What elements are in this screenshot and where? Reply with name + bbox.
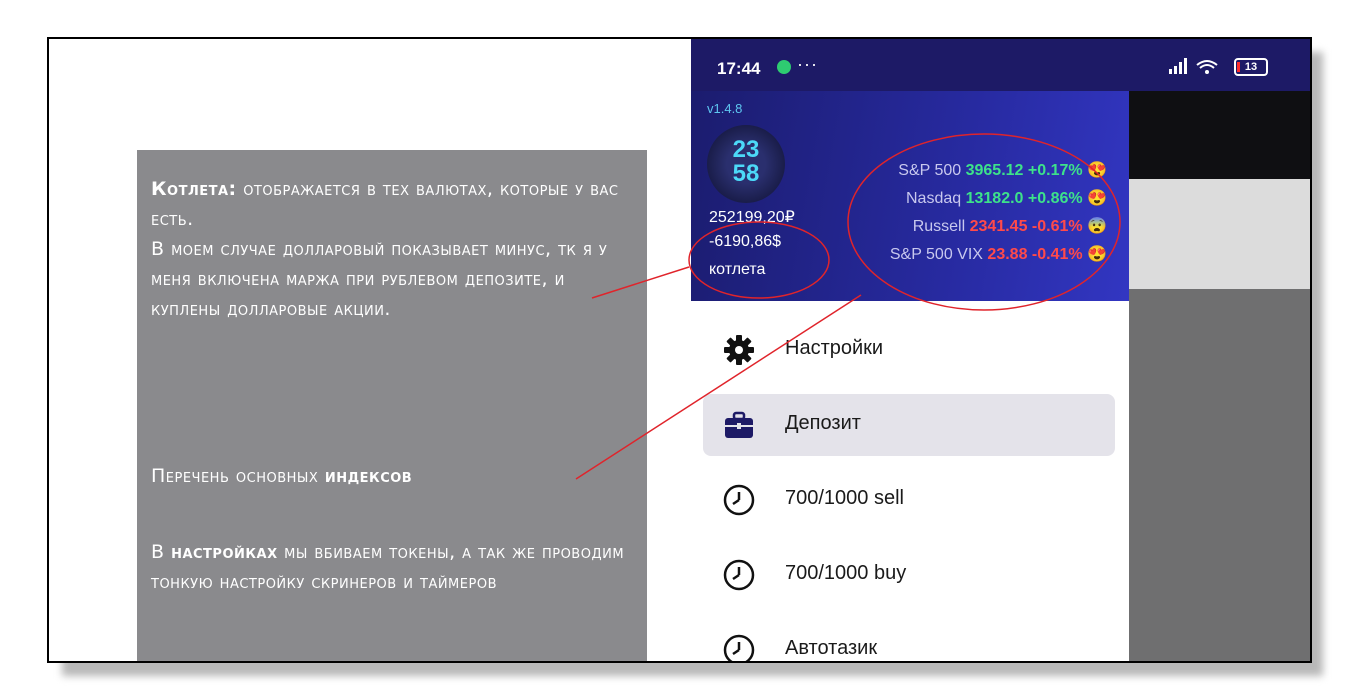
indices-pointer-line: [575, 294, 862, 480]
indices-highlight-ellipse: [847, 133, 1121, 311]
slide-frame: Котлета: отображается в тех валютах, кот…: [47, 37, 1312, 663]
annotation-overlay: [575, 133, 1121, 480]
cutlet-highlight-ellipse: [688, 221, 830, 299]
cutlet-pointer-line: [591, 266, 690, 299]
